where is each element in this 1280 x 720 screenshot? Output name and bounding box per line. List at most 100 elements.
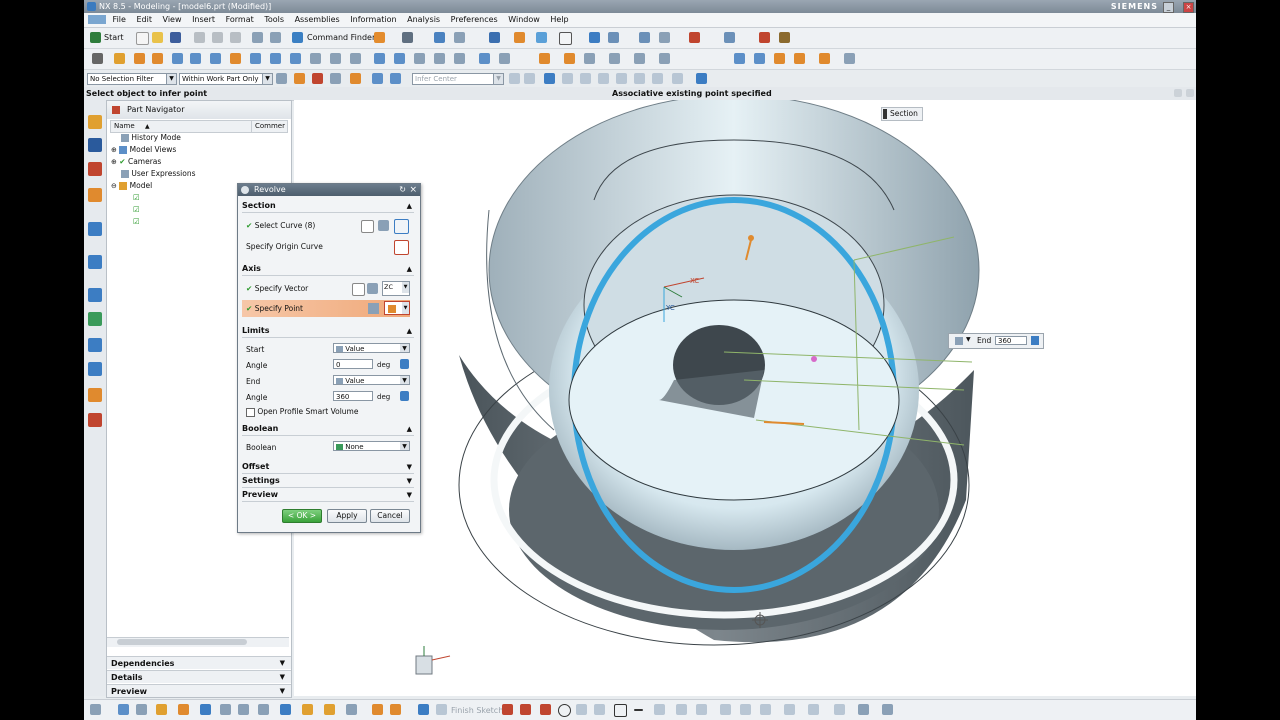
section-group-header[interactable]: Section ▲	[242, 200, 414, 213]
feature-filter-icon[interactable]	[294, 73, 305, 84]
through-curves-icon[interactable]	[564, 53, 575, 64]
menu-view[interactable]: View	[159, 13, 186, 27]
tree-item-history-mode[interactable]: History Mode	[121, 132, 181, 144]
edge-blend-icon[interactable]	[310, 53, 321, 64]
checkbox-icon[interactable]: ☑	[133, 217, 140, 226]
end-angle-input[interactable]: 360	[333, 391, 373, 401]
body-filter-icon[interactable]	[372, 73, 383, 84]
wcs-icon[interactable]	[759, 32, 770, 43]
snap-mid-icon[interactable]	[524, 73, 535, 84]
cancel-button[interactable]: Cancel	[370, 509, 410, 523]
reverse-direction-icon[interactable]	[352, 283, 365, 296]
pattern-icon[interactable]	[374, 53, 385, 64]
sketch-rotate-icon[interactable]	[258, 704, 269, 715]
revolve-dialog-titlebar[interactable]: Revolve ↻ ×	[238, 184, 420, 196]
snap-on-face-icon[interactable]	[652, 73, 663, 84]
select-curve-row[interactable]: ✔ Select Curve (8)	[246, 221, 315, 230]
arc-icon[interactable]	[540, 704, 551, 715]
dependencies-section[interactable]: Dependencies ▼	[107, 656, 291, 669]
undo-icon[interactable]	[252, 32, 263, 43]
snap-arc-center-icon[interactable]	[696, 73, 707, 84]
redo-icon[interactable]	[270, 32, 281, 43]
tree-item-feature[interactable]: ☑	[133, 204, 140, 216]
tree-item-cameras[interactable]: ⊕ ✔ Cameras	[111, 156, 161, 168]
open-profile-row[interactable]: Open Profile Smart Volume	[246, 407, 358, 417]
add-existing-icon[interactable]	[882, 704, 893, 715]
quick-extend-icon[interactable]	[740, 704, 751, 715]
subtract-icon[interactable]	[270, 53, 281, 64]
status-close-icon[interactable]	[1186, 89, 1194, 97]
render-style-icon[interactable]	[489, 32, 500, 43]
fillet-icon[interactable]	[576, 704, 587, 715]
clip-icon[interactable]	[754, 53, 765, 64]
background-icon[interactable]	[559, 32, 572, 45]
derived-lines-icon[interactable]	[858, 704, 869, 715]
menu-format[interactable]: Format	[222, 13, 258, 27]
pattern-curve-icon[interactable]	[808, 704, 819, 715]
sketch-mirror-icon[interactable]	[390, 704, 401, 715]
expand-plus-icon[interactable]: ⊕	[111, 158, 117, 166]
sew-icon[interactable]	[584, 53, 595, 64]
rectangle-icon[interactable]	[614, 704, 627, 717]
tree-item-model-views[interactable]: ⊕ Model Views	[111, 144, 176, 156]
customize-icon[interactable]	[844, 53, 855, 64]
preview-group-header[interactable]: Preview ▼	[242, 489, 414, 502]
snap-end-icon[interactable]	[509, 73, 520, 84]
sort-ascending-icon[interactable]: ▲	[145, 121, 150, 132]
draft-icon[interactable]	[414, 53, 425, 64]
manufacturing-wizard-icon[interactable]	[88, 362, 102, 376]
menu-information[interactable]: Information	[346, 13, 400, 27]
point-type-dropdown[interactable]: ▼	[384, 301, 410, 315]
tree-item-feature[interactable]: ☑	[133, 192, 140, 204]
start-button[interactable]: Start	[104, 33, 124, 42]
constraint-navigator-icon[interactable]	[88, 138, 102, 152]
profile-icon[interactable]	[502, 704, 513, 715]
reuse-library-icon[interactable]	[88, 188, 102, 202]
value-options-icon[interactable]	[1031, 336, 1039, 345]
sketch-relation-icon[interactable]	[346, 704, 357, 715]
polygon-icon[interactable]	[654, 704, 665, 715]
end-type-dropdown[interactable]: Value ▼	[333, 375, 410, 385]
offset-group-header[interactable]: Offset ▼	[242, 461, 414, 474]
sketch-offset-icon[interactable]	[372, 704, 383, 715]
roles-icon[interactable]	[402, 32, 413, 43]
zoom-icon[interactable]	[454, 32, 465, 43]
snap-center-icon[interactable]	[580, 73, 591, 84]
selection-filter-dropdown[interactable]: No Selection Filter ▼	[87, 73, 177, 85]
sketch-in-task-icon[interactable]	[418, 704, 429, 715]
end-value-input[interactable]: 360	[995, 336, 1027, 345]
command-finder-button[interactable]: Command Finder	[307, 33, 375, 42]
select-icon[interactable]	[589, 32, 600, 43]
comment-column-header[interactable]: Commer	[251, 121, 285, 132]
line-icon[interactable]	[520, 704, 531, 715]
deselect-icon[interactable]	[361, 220, 374, 233]
crosshair-icon[interactable]	[92, 53, 103, 64]
sketch-snap-icon[interactable]	[280, 704, 291, 715]
checkbox-icon[interactable]: ☑	[133, 193, 140, 202]
section-view-tag[interactable]: Section	[881, 107, 923, 121]
point-filter-icon[interactable]	[312, 73, 323, 84]
reset-icon[interactable]: ↻	[399, 184, 406, 196]
system-materials-icon[interactable]	[88, 312, 102, 326]
chamfer-icon[interactable]	[330, 53, 341, 64]
checkbox-icon[interactable]: ☑	[133, 205, 140, 214]
orient-view-icon[interactable]	[514, 32, 525, 43]
assembly-navigator-icon[interactable]	[88, 115, 102, 129]
face-filter-icon[interactable]	[350, 73, 361, 84]
split-body-icon[interactable]	[454, 53, 465, 64]
roles-tab-icon[interactable]	[88, 388, 102, 402]
sketch-curve-icon[interactable]	[178, 704, 189, 715]
measure-icon[interactable]	[724, 32, 735, 43]
trim-body-icon[interactable]	[434, 53, 445, 64]
move-face-icon[interactable]	[634, 53, 645, 64]
datum-icon[interactable]	[779, 32, 790, 43]
origin-curve-label[interactable]: Specify Origin Curve	[246, 242, 323, 251]
menu-analysis[interactable]: Analysis	[403, 13, 444, 27]
menu-window[interactable]: Window	[504, 13, 544, 27]
offset-curve-icon[interactable]	[784, 704, 795, 715]
snap-control-icon[interactable]	[544, 73, 555, 84]
graphics-window[interactable]: XC YC Section ▼ End 360	[294, 100, 1196, 696]
intersect-icon[interactable]	[290, 53, 301, 64]
model-viewport-svg[interactable]: XC YC	[294, 100, 1196, 696]
boolean-dropdown[interactable]: None ▼	[333, 441, 410, 451]
